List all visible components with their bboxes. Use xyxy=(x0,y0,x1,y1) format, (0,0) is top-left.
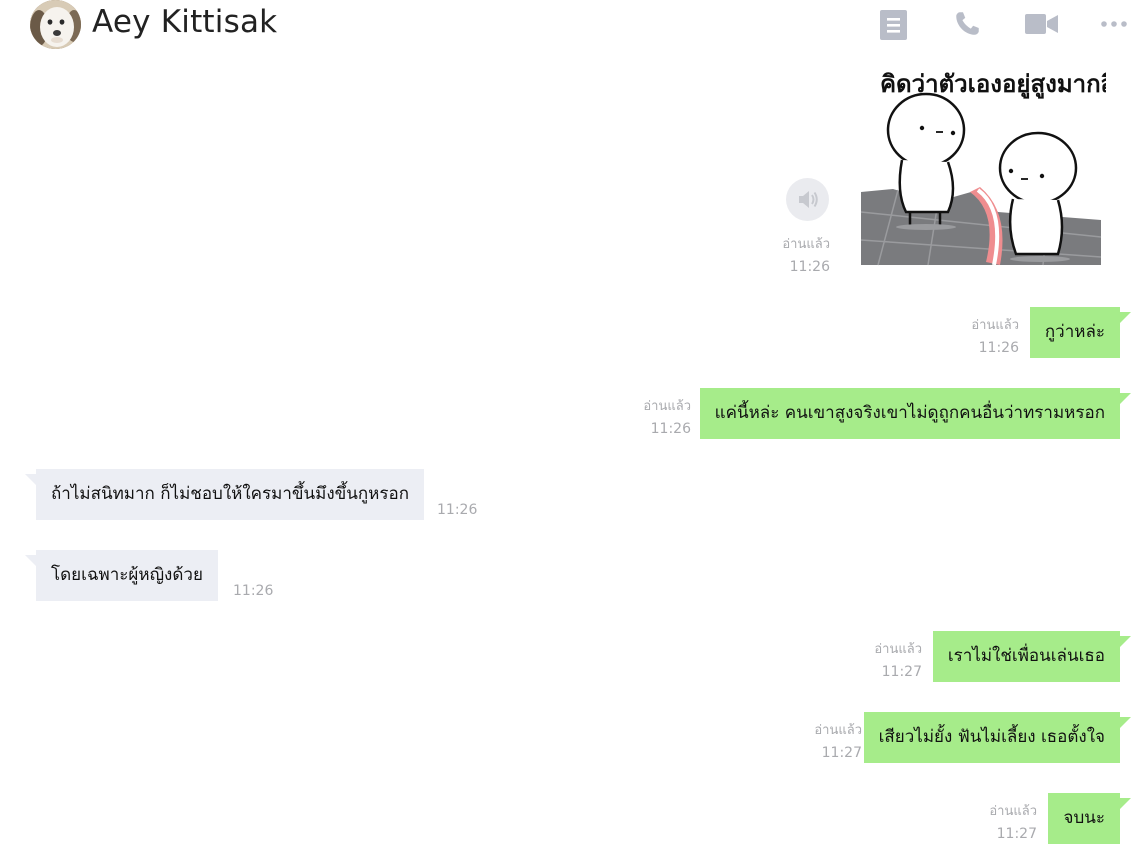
notes-icon[interactable] xyxy=(880,10,907,40)
message-time: 11:27 xyxy=(881,664,922,680)
message-meta: อ่านแล้ว 11:27 xyxy=(843,639,922,683)
read-status: อ่านแล้ว xyxy=(643,399,691,414)
bubble-tail xyxy=(1120,717,1131,728)
bubble-tail xyxy=(1120,636,1131,647)
outgoing-message-bubble[interactable]: จบนะ xyxy=(1048,793,1120,844)
bubble-tail xyxy=(1120,393,1131,404)
message-time: 11:26 xyxy=(978,340,1019,356)
video-call-icon[interactable] xyxy=(1025,13,1058,35)
outgoing-message-bubble[interactable]: กูว่าหล่ะ xyxy=(1029,307,1120,358)
outgoing-message-bubble[interactable]: เราไม่ใช่เพื่อนเล่นเธอ xyxy=(932,631,1120,682)
message-time: 11:26 xyxy=(650,421,691,437)
message-time: 11:26 xyxy=(789,259,830,275)
read-status: อ่านแล้ว xyxy=(989,804,1037,819)
more-options-icon[interactable] xyxy=(1100,20,1128,28)
bubble-tail xyxy=(1120,312,1131,323)
message-meta: อ่านแล้ว 11:26 xyxy=(612,396,691,440)
sticker-image: คิดว่าตัวเองอยู่สูงมากสินะ xyxy=(860,70,1141,266)
incoming-message-bubble[interactable]: ถ้าไม่สนิทมาก ก็ไม่ชอบให้ใครมาขึ้นมึงขึ้… xyxy=(36,469,425,520)
dog-avatar-icon xyxy=(30,0,81,49)
chat-header: Aey Kittisak xyxy=(0,0,1141,50)
message-time: 11:26 xyxy=(233,583,274,599)
contact-avatar[interactable] xyxy=(30,0,81,49)
bubble-tail xyxy=(25,555,36,566)
outgoing-message-bubble[interactable]: แค่นี้หล่ะ คนเขาสูงจริงเขาไม่ดูถูกคนอื่น… xyxy=(699,388,1120,439)
message-meta: อ่านแล้ว 11:26 xyxy=(940,315,1019,359)
sticker-caption: คิดว่าตัวเองอยู่สูงมากสินะ xyxy=(880,70,1106,99)
read-status: อ่านแล้ว xyxy=(782,237,830,252)
message-meta: อ่านแล้ว 11:27 xyxy=(958,801,1037,845)
message-time: 11:27 xyxy=(996,826,1037,842)
incoming-message-bubble[interactable]: โดยเฉพาะผู้หญิงด้วย xyxy=(36,550,218,601)
read-status: อ่านแล้ว xyxy=(814,723,862,738)
message-time: 11:27 xyxy=(821,745,862,761)
sticker-sound-button[interactable] xyxy=(786,178,829,221)
speaker-icon xyxy=(799,191,818,208)
contact-name: Aey Kittisak xyxy=(92,4,278,40)
read-status: อ่านแล้ว xyxy=(874,642,922,657)
phone-icon[interactable] xyxy=(954,10,981,37)
outgoing-message-bubble[interactable]: เสียวไม่ยั้ง ฟันไม่เลี้ยง เธอตั้งใจ xyxy=(863,712,1120,763)
bubble-tail xyxy=(1120,798,1131,809)
message-time: 11:26 xyxy=(437,502,478,518)
sticker-message[interactable]: คิดว่าตัวเองอยู่สูงมากสินะ xyxy=(858,62,1141,268)
message-meta: อ่านแล้ว 11:27 xyxy=(783,720,862,764)
sticker-meta: อ่านแล้ว 11:26 xyxy=(760,234,830,278)
read-status: อ่านแล้ว xyxy=(971,318,1019,333)
bubble-tail xyxy=(25,474,36,485)
